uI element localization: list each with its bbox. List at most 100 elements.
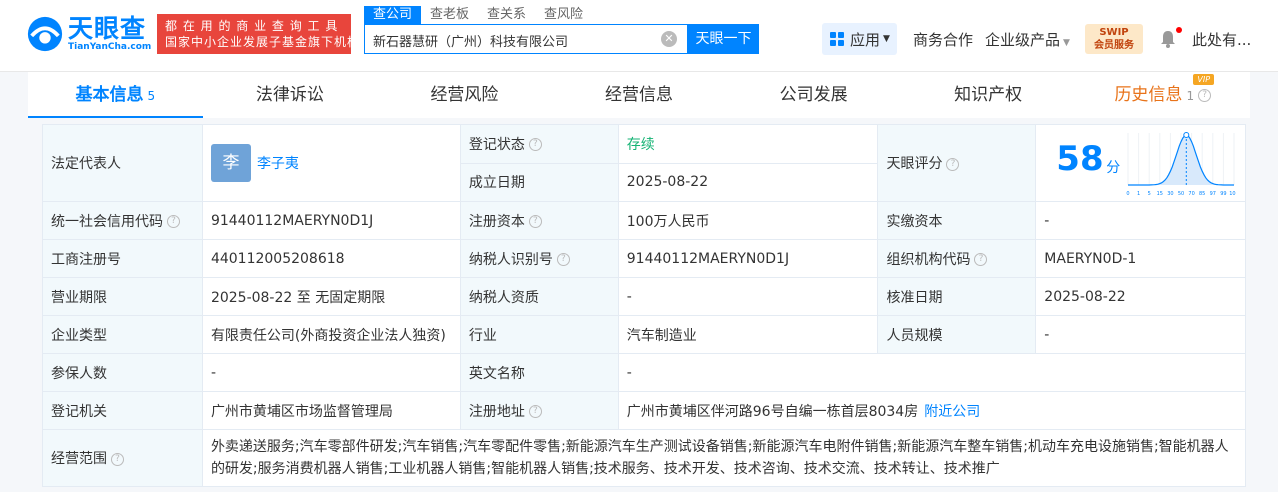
tax-id-label: 纳税人识别号	[468, 251, 553, 268]
tab-count: 1	[1186, 89, 1195, 103]
search-tabs: 查公司 查老板 查关系 查风险	[364, 6, 592, 24]
vip-badge: SWIP	[1099, 27, 1129, 38]
legal-rep-cell: 李李子夷	[201, 124, 461, 202]
score-label: 天眼评分	[886, 156, 943, 172]
approve-value: 2025-08-22	[1035, 277, 1246, 316]
logo-eye-icon	[27, 16, 63, 52]
user-menu[interactable]: 此处有...	[1192, 29, 1251, 50]
score-label-cell: 天眼评分?	[877, 124, 1037, 202]
score-cell[interactable]: 58 分 01515305070859799100	[1035, 124, 1246, 202]
tab-history[interactable]: VIP 历史信息 1?	[1075, 72, 1250, 118]
industry-label: 行业	[459, 315, 619, 354]
slogan-line-1: 都 在 用 的 商 业 查 询 工 具	[165, 19, 339, 33]
tab-company[interactable]: 查公司	[364, 6, 422, 24]
search-input[interactable]: 新石器慧研（广州）科技有限公司 ✕	[364, 24, 688, 54]
clear-icon[interactable]: ✕	[661, 31, 677, 47]
help-icon[interactable]: ?	[1198, 88, 1212, 102]
table-row: 营业期限 2025-08-22 至 无固定期限 纳税人资质 - 核准日期 202…	[42, 277, 1246, 316]
tab-risk[interactable]: 查风险	[535, 6, 592, 24]
reg-no-label: 工商注册号	[42, 239, 203, 278]
tab-boss[interactable]: 查老板	[421, 6, 478, 24]
tab-ip[interactable]: 知识产权	[901, 72, 1076, 118]
tax-id-label-cell: 纳税人识别号?	[459, 239, 619, 278]
tick-label: 50	[1178, 191, 1184, 197]
approve-label: 核准日期	[877, 277, 1037, 316]
table-row: 统一社会信用代码? 91440112MAERYN0D1J 注册资本? 100万人…	[42, 201, 1246, 240]
scope-label-cell: 经营范围?	[42, 429, 203, 487]
slogan-line-2: 国家中小企业发展子基金旗下机构	[165, 35, 361, 49]
insured-label: 参保人数	[42, 353, 203, 392]
search-query[interactable]: 新石器慧研（广州）科技有限公司	[373, 31, 568, 50]
org-code-label-cell: 组织机构代码?	[877, 239, 1037, 278]
tab-operating-info[interactable]: 经营信息	[552, 72, 727, 118]
tax-qual-label: 纳税人资质	[459, 277, 619, 316]
term-label: 营业期限	[42, 277, 203, 316]
tick-label: 100	[1230, 191, 1237, 197]
org-code-label: 组织机构代码	[886, 251, 971, 268]
help-icon[interactable]: ?	[528, 138, 542, 152]
notification-dot	[1176, 27, 1182, 33]
help-icon[interactable]: ?	[167, 215, 180, 228]
nearby-companies-link[interactable]: 附近公司	[924, 404, 980, 420]
tick-label: 5	[1148, 191, 1151, 197]
logo-domain: TianYanCha.com	[68, 42, 152, 52]
scope-label: 经营范围	[51, 451, 107, 467]
term-value: 2025-08-22 至 无固定期限	[201, 277, 461, 316]
org-code-value: MAERYN0D-1	[1035, 239, 1246, 278]
table-row: 登记机关 广州市黄埔区市场监督管理局 注册地址? 广州市黄埔区伴河路96号自编一…	[42, 391, 1247, 430]
score-unit: 分	[1106, 160, 1121, 176]
help-icon[interactable]: ?	[528, 405, 542, 418]
grid-icon	[830, 32, 844, 46]
status-label: 登记状态	[468, 136, 525, 153]
help-icon[interactable]: ?	[974, 253, 988, 266]
search-button[interactable]: 天眼一下	[688, 24, 759, 54]
en-name-label: 英文名称	[459, 353, 619, 392]
slogan-banner: 都 在 用 的 商 业 查 询 工 具 国家中小企业发展子基金旗下机构	[157, 14, 361, 54]
reg-no-value: 440112005208618	[201, 239, 461, 278]
logo[interactable]: 天眼查 TianYanCha.com	[26, 14, 151, 54]
tab-relation[interactable]: 查关系	[478, 6, 535, 24]
en-name-value: -	[617, 353, 1247, 392]
help-icon[interactable]: ?	[556, 253, 570, 266]
capital-value: 100万人民币	[617, 201, 879, 240]
basic-info-table: 法定代表人 李李子夷 登记状态? 存续 天眼评分? 58 分 0 1 5 15 30 50…	[42, 124, 1247, 487]
avatar[interactable]: 李	[210, 144, 251, 182]
paid-value: -	[1035, 201, 1246, 240]
capital-label: 注册资本	[468, 213, 525, 230]
tick-label: 99	[1221, 191, 1227, 197]
tick-label: 97	[1210, 191, 1216, 197]
tick-label: 30	[1168, 191, 1174, 197]
credit-value: 91440112MAERYN0D1J	[201, 201, 461, 240]
tab-basic-info[interactable]: 基本信息 5	[28, 72, 203, 118]
address-label: 注册地址	[468, 403, 525, 420]
help-icon[interactable]: ?	[946, 157, 960, 171]
help-icon[interactable]: ?	[528, 215, 542, 228]
found-label: 成立日期	[459, 162, 619, 202]
table-row: 工商注册号 440112005208618 纳税人识别号? 91440112MA…	[42, 239, 1246, 278]
enterprise-menu[interactable]: 企业级产品 ▼	[985, 29, 1070, 50]
vip-button[interactable]: SWIP 会员服务	[1085, 24, 1143, 54]
business-link[interactable]: 商务合作	[913, 29, 973, 50]
legal-rep-link[interactable]: 李子夷	[257, 156, 299, 172]
help-icon[interactable]: ?	[111, 452, 124, 466]
tab-operating-risk[interactable]: 经营风险	[377, 72, 552, 118]
section-tabs: 基本信息 5 法律诉讼 经营风险 经营信息 公司发展 知识产权 VIP 历史信息 1?	[28, 72, 1250, 118]
apps-menu-button[interactable]: 应用 ▼	[822, 23, 897, 55]
vip-tag: VIP	[1193, 74, 1215, 85]
found-value: 2025-08-22	[617, 162, 879, 202]
chevron-down-icon: ▼	[1063, 38, 1070, 48]
tax-id-value: 91440112MAERYN0D1J	[617, 239, 879, 278]
address-cell: 广州市黄埔区伴河路96号自编一栋首层8034房 附近公司	[617, 391, 1247, 430]
table-row: 参保人数 - 英文名称 -	[42, 353, 1247, 392]
tick-label: 0	[1127, 191, 1130, 197]
scope-value: 外卖递送服务;汽车零部件研发;汽车销售;汽车零配件零售;新能源汽车生产测试设备销…	[201, 429, 1247, 487]
apps-label: 应用	[850, 30, 881, 49]
table-row: 经营范围? 外卖递送服务;汽车零部件研发;汽车销售;汽车零配件零售;新能源汽车生…	[42, 429, 1247, 487]
tab-legal[interactable]: 法律诉讼	[203, 72, 378, 118]
tab-development[interactable]: 公司发展	[726, 72, 901, 118]
status-label-cell: 登记状态?	[459, 124, 619, 164]
enterprise-label: 企业级产品	[985, 31, 1061, 49]
tab-count: 5	[147, 89, 156, 103]
tick-label: 15	[1157, 191, 1163, 197]
bell-icon[interactable]	[1160, 30, 1176, 48]
